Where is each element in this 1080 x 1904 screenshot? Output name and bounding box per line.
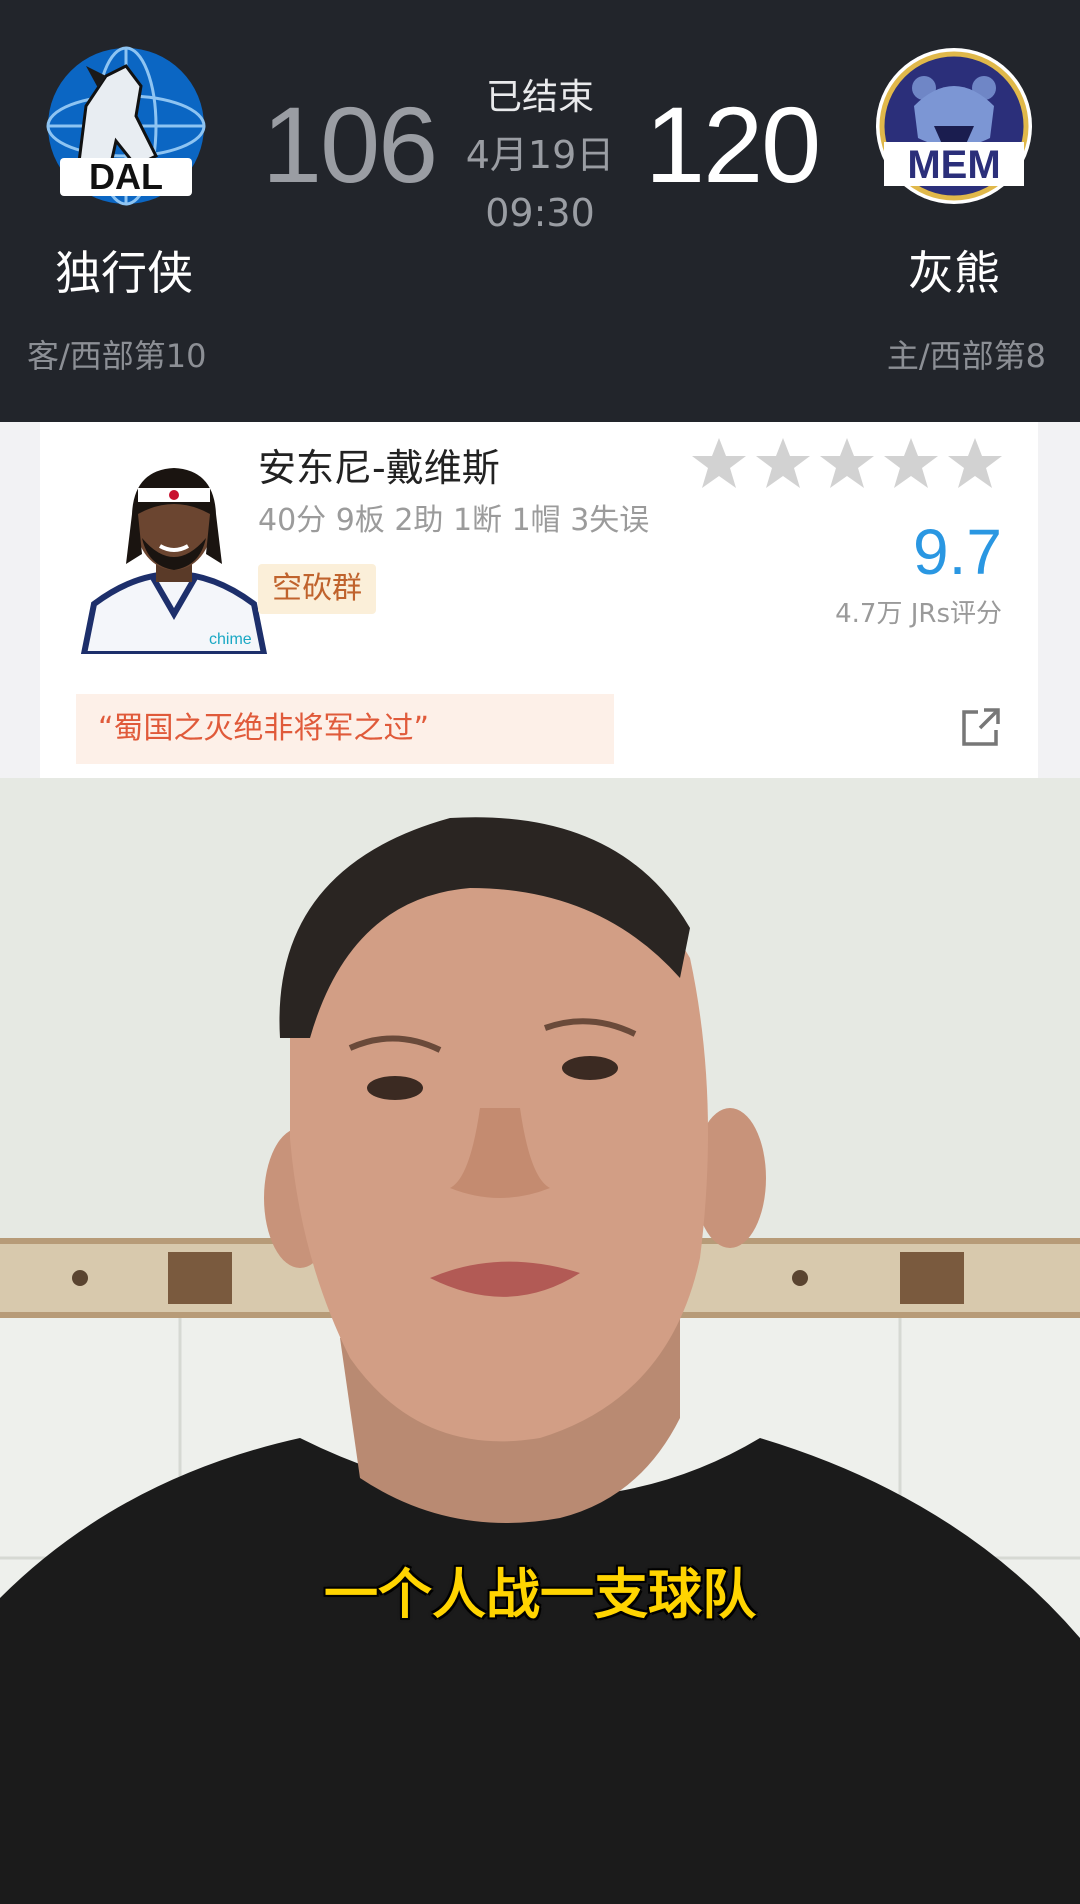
scoreboard: DAL 106 已结束 4月19日 09:30 120 MEM 独行侠 灰熊 客… <box>0 0 1080 422</box>
player-avatar[interactable]: chime <box>74 454 274 654</box>
away-team-logo[interactable]: DAL <box>46 46 206 206</box>
away-team-name[interactable]: 独行侠 <box>55 245 193 301</box>
star-icon <box>948 438 1002 488</box>
game-status: 已结束 <box>485 77 594 118</box>
rating-count: 4.7万 JRs评分 <box>835 599 1002 629</box>
away-logo-abbr: DAL <box>89 156 163 197</box>
star-icon <box>820 438 874 488</box>
away-score: 106 <box>262 84 438 205</box>
home-team-logo[interactable]: MEM <box>874 46 1034 206</box>
player-stats: 40分 9板 2助 1断 1帽 3失误 <box>258 503 650 538</box>
video-frame[interactable]: 一个人战一支球队 <box>0 778 1080 1904</box>
share-icon[interactable] <box>960 706 1002 748</box>
home-team-rank: 主/西部第8 <box>886 337 1046 375</box>
game-date: 4月19日 <box>465 133 615 177</box>
home-team-name[interactable]: 灰熊 <box>908 245 1000 301</box>
player-card-area: chime 安东尼-戴维斯 40分 9板 2助 1断 1帽 3失误 空砍群 9.… <box>0 422 1080 778</box>
player-rating: 9.7 <box>913 516 1002 588</box>
player-card[interactable]: chime 安东尼-戴维斯 40分 9板 2助 1断 1帽 3失误 空砍群 9.… <box>40 422 1038 778</box>
home-logo-abbr: MEM <box>907 143 1000 187</box>
star-icon <box>756 438 810 488</box>
away-team-rank: 客/西部第10 <box>27 337 207 375</box>
game-status-block: 已结束 4月19日 09:30 <box>440 70 640 242</box>
rating-stars[interactable] <box>688 434 1008 496</box>
home-score: 120 <box>645 84 821 205</box>
avatar-jersey-text: chime <box>209 631 252 648</box>
top-comment[interactable]: “蜀国之灭绝非将军之过” <box>76 694 614 764</box>
player-name[interactable]: 安东尼-戴维斯 <box>258 438 500 498</box>
star-icon <box>692 438 746 488</box>
video-caption: 一个人战一支球队 <box>324 1563 756 1626</box>
player-tag-badge[interactable]: 空砍群 <box>258 564 376 614</box>
star-icon <box>884 438 938 488</box>
game-time: 09:30 <box>485 191 595 235</box>
video-scene <box>0 778 1080 1904</box>
